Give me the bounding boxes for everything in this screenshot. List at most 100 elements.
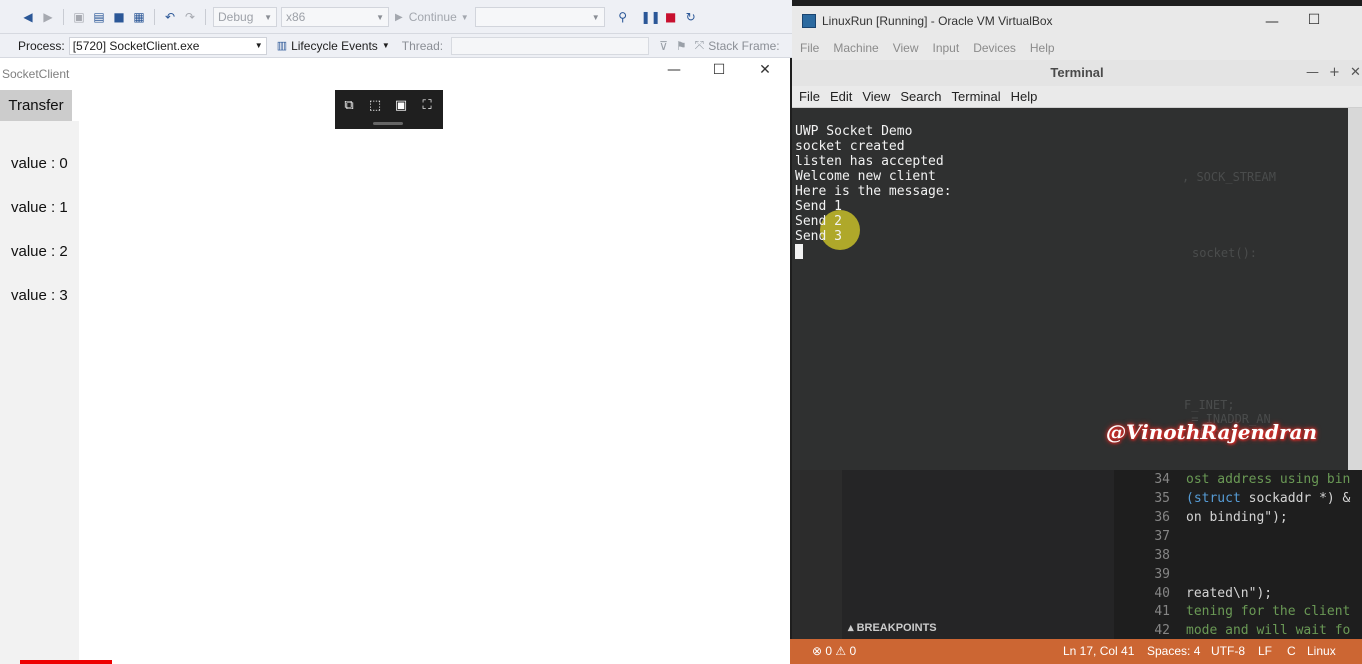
menu-item[interactable]: Machine [833,41,878,55]
menu-item[interactable]: View [893,41,919,55]
platform-value: x86 [286,10,306,24]
back-navigate-icon[interactable]: ◀ [20,9,36,25]
terminal-line: Send 3 [795,229,842,244]
problems-indicator[interactable]: ⊗ 0 ⚠ 0 [812,644,856,658]
vbox-title: LinuxRun [Running] - Oracle VM VirtualBo… [822,14,1053,28]
chevron-down-icon: ▼ [591,12,600,22]
socketclient-window: SocketClient — ☐ ✕ Transfer value : 0 va… [0,58,790,664]
process-combo[interactable]: [5720] SocketClient.exe ▼ [68,36,267,55]
os-status[interactable]: Linux [1307,644,1336,658]
close-icon[interactable]: ✕ [1350,65,1361,80]
save-all-icon[interactable]: ▦ [131,9,147,25]
virtualbox-window: LinuxRun [Running] - Oracle VM VirtualBo… [792,6,1362,470]
solution-config-combo[interactable]: Debug ▼ [213,7,277,27]
line-number: 34 [1154,472,1170,487]
menu-item[interactable]: File [799,89,820,104]
video-progress-bar[interactable] [20,660,112,664]
flag-icon[interactable]: ⚑ [676,39,687,53]
undo-icon[interactable]: ↶ [162,9,178,25]
watermark: @VinothRajendran [1106,420,1317,444]
pause-icon[interactable]: ❚❚ [641,9,661,25]
encoding-status[interactable]: UTF-8 [1211,644,1245,658]
thread-label: Thread: [401,38,444,53]
save-icon[interactable]: ■ [111,9,127,25]
maximize-icon[interactable]: ☐ [1304,12,1324,28]
thread-combo[interactable] [451,36,650,55]
play-icon: ▶ [395,11,403,23]
terminal-output[interactable]: , SOCK_STREAM socket(): F_INET; = INADDR… [792,108,1358,470]
breakpoints-label: BREAKPOINTS [856,622,937,634]
lifecycle-icon: ▥ [276,40,288,52]
toolbar-collapse-handle[interactable] [373,122,403,125]
toolbar-separator [154,9,155,25]
vbox-menu-bar: File Machine View Input Devices Help [792,36,1362,60]
terminal-line: UWP Socket Demo [795,124,913,139]
continue-button[interactable]: ▶ Continue ▼ [395,10,469,24]
menu-item[interactable]: View [862,89,890,104]
indentation-status[interactable]: Spaces: 4 [1147,644,1200,658]
line-number: 36 [1154,510,1170,525]
solution-config-value: Debug [218,10,254,24]
chevron-down-icon: ▼ [381,41,390,50]
terminal-line: Send 1 [795,199,842,214]
close-icon[interactable]: ✕ [755,62,775,78]
display-layout-icon[interactable]: ▣ [392,96,410,114]
maximize-icon[interactable]: ☐ [709,62,729,78]
toolbar-separator [205,9,206,25]
terminal-line: Welcome new client [795,169,936,184]
vscode-status-bar: ⊗ 0 ⚠ 0 Ln 17, Col 41 Spaces: 4 UTF-8 LF… [790,639,1362,664]
code-line: tening for the client [1186,604,1351,619]
code-line: (struct sockaddr *) & [1186,491,1350,506]
forward-navigate-icon[interactable]: ▶ [40,9,56,25]
stop-icon[interactable]: ■ [663,9,679,25]
debug-location-toolbar: Process: [5720] SocketClient.exe ▼ ▥ Lif… [0,34,792,58]
eol-status[interactable]: LF [1258,644,1272,658]
debug-sidebar [842,470,1114,639]
language-status[interactable]: C [1287,644,1296,658]
line-number: 37 [1154,529,1170,544]
live-tree-icon[interactable]: ⧉ [340,96,358,114]
breakpoints-section-header[interactable]: ▴ BREAKPOINTS [848,621,937,634]
cursor-position[interactable]: Ln 17, Col 41 [1063,644,1134,658]
select-element-icon[interactable]: ⬚ [366,96,384,114]
vs-toolbar-row: ◀ ▶ ▣ ▤ ■ ▦ ↶ ↷ Debug ▼ x86 ▼ ▶ Continue ▼… [0,6,701,28]
new-project-icon[interactable]: ▣ [71,9,87,25]
menu-item[interactable]: Help [1011,89,1038,104]
list-item: value : 2 [11,243,68,260]
terminal-scrollbar[interactable] [1348,108,1362,470]
process-value: [5720] SocketClient.exe [72,38,200,53]
minimize-icon[interactable]: — [664,62,684,78]
filter-icon[interactable]: ⊽ [659,39,668,53]
code-line: reated\n"); [1186,586,1273,601]
values-list: value : 0 value : 1 value : 2 value : 3 [0,121,79,664]
activity-bar [792,470,842,639]
terminal-line: Send 2 [795,214,842,229]
menu-item[interactable]: Devices [973,41,1016,55]
menu-item[interactable]: Input [933,41,960,55]
terminal-line: Here is the message: [795,184,952,199]
vs-toolbar: ◀ ▶ ▣ ▤ ■ ▦ ↶ ↷ Debug ▼ x86 ▼ ▶ Continue ▼… [0,0,792,34]
code-text: sockaddr *) & [1240,491,1351,506]
lifecycle-events-button[interactable]: Lifecycle Events [291,39,378,53]
chevron-down-icon: ▼ [254,41,263,50]
menu-item[interactable]: Edit [830,89,852,104]
minimize-icon[interactable]: — [1306,65,1319,80]
menu-item[interactable]: Search [900,89,941,104]
restart-icon[interactable]: ↻ [683,9,699,25]
transfer-button[interactable]: Transfer [0,90,72,121]
background-ghost-text: , SOCK_STREAM [1182,170,1276,184]
code-keyword: (struct [1186,491,1241,506]
platform-combo[interactable]: x86 ▼ [281,7,389,27]
expand-icon[interactable]: ⤧ [695,38,705,53]
minimize-icon[interactable]: — [1262,14,1282,30]
new-tab-icon[interactable]: + [1329,65,1340,80]
screen: ◀ ▶ ▣ ▤ ■ ▦ ↶ ↷ Debug ▼ x86 ▼ ▶ Continue ▼… [0,0,1362,664]
open-file-icon[interactable]: ▤ [91,9,107,25]
menu-item[interactable]: Help [1030,41,1055,55]
find-icon[interactable]: ⚲ [615,9,631,25]
menu-item[interactable]: File [800,41,819,55]
redo-icon[interactable]: ↷ [182,9,198,25]
track-focus-icon[interactable]: ⛶ [418,96,436,114]
menu-item[interactable]: Terminal [952,89,1001,104]
debug-target-combo[interactable]: ▼ [474,7,605,27]
